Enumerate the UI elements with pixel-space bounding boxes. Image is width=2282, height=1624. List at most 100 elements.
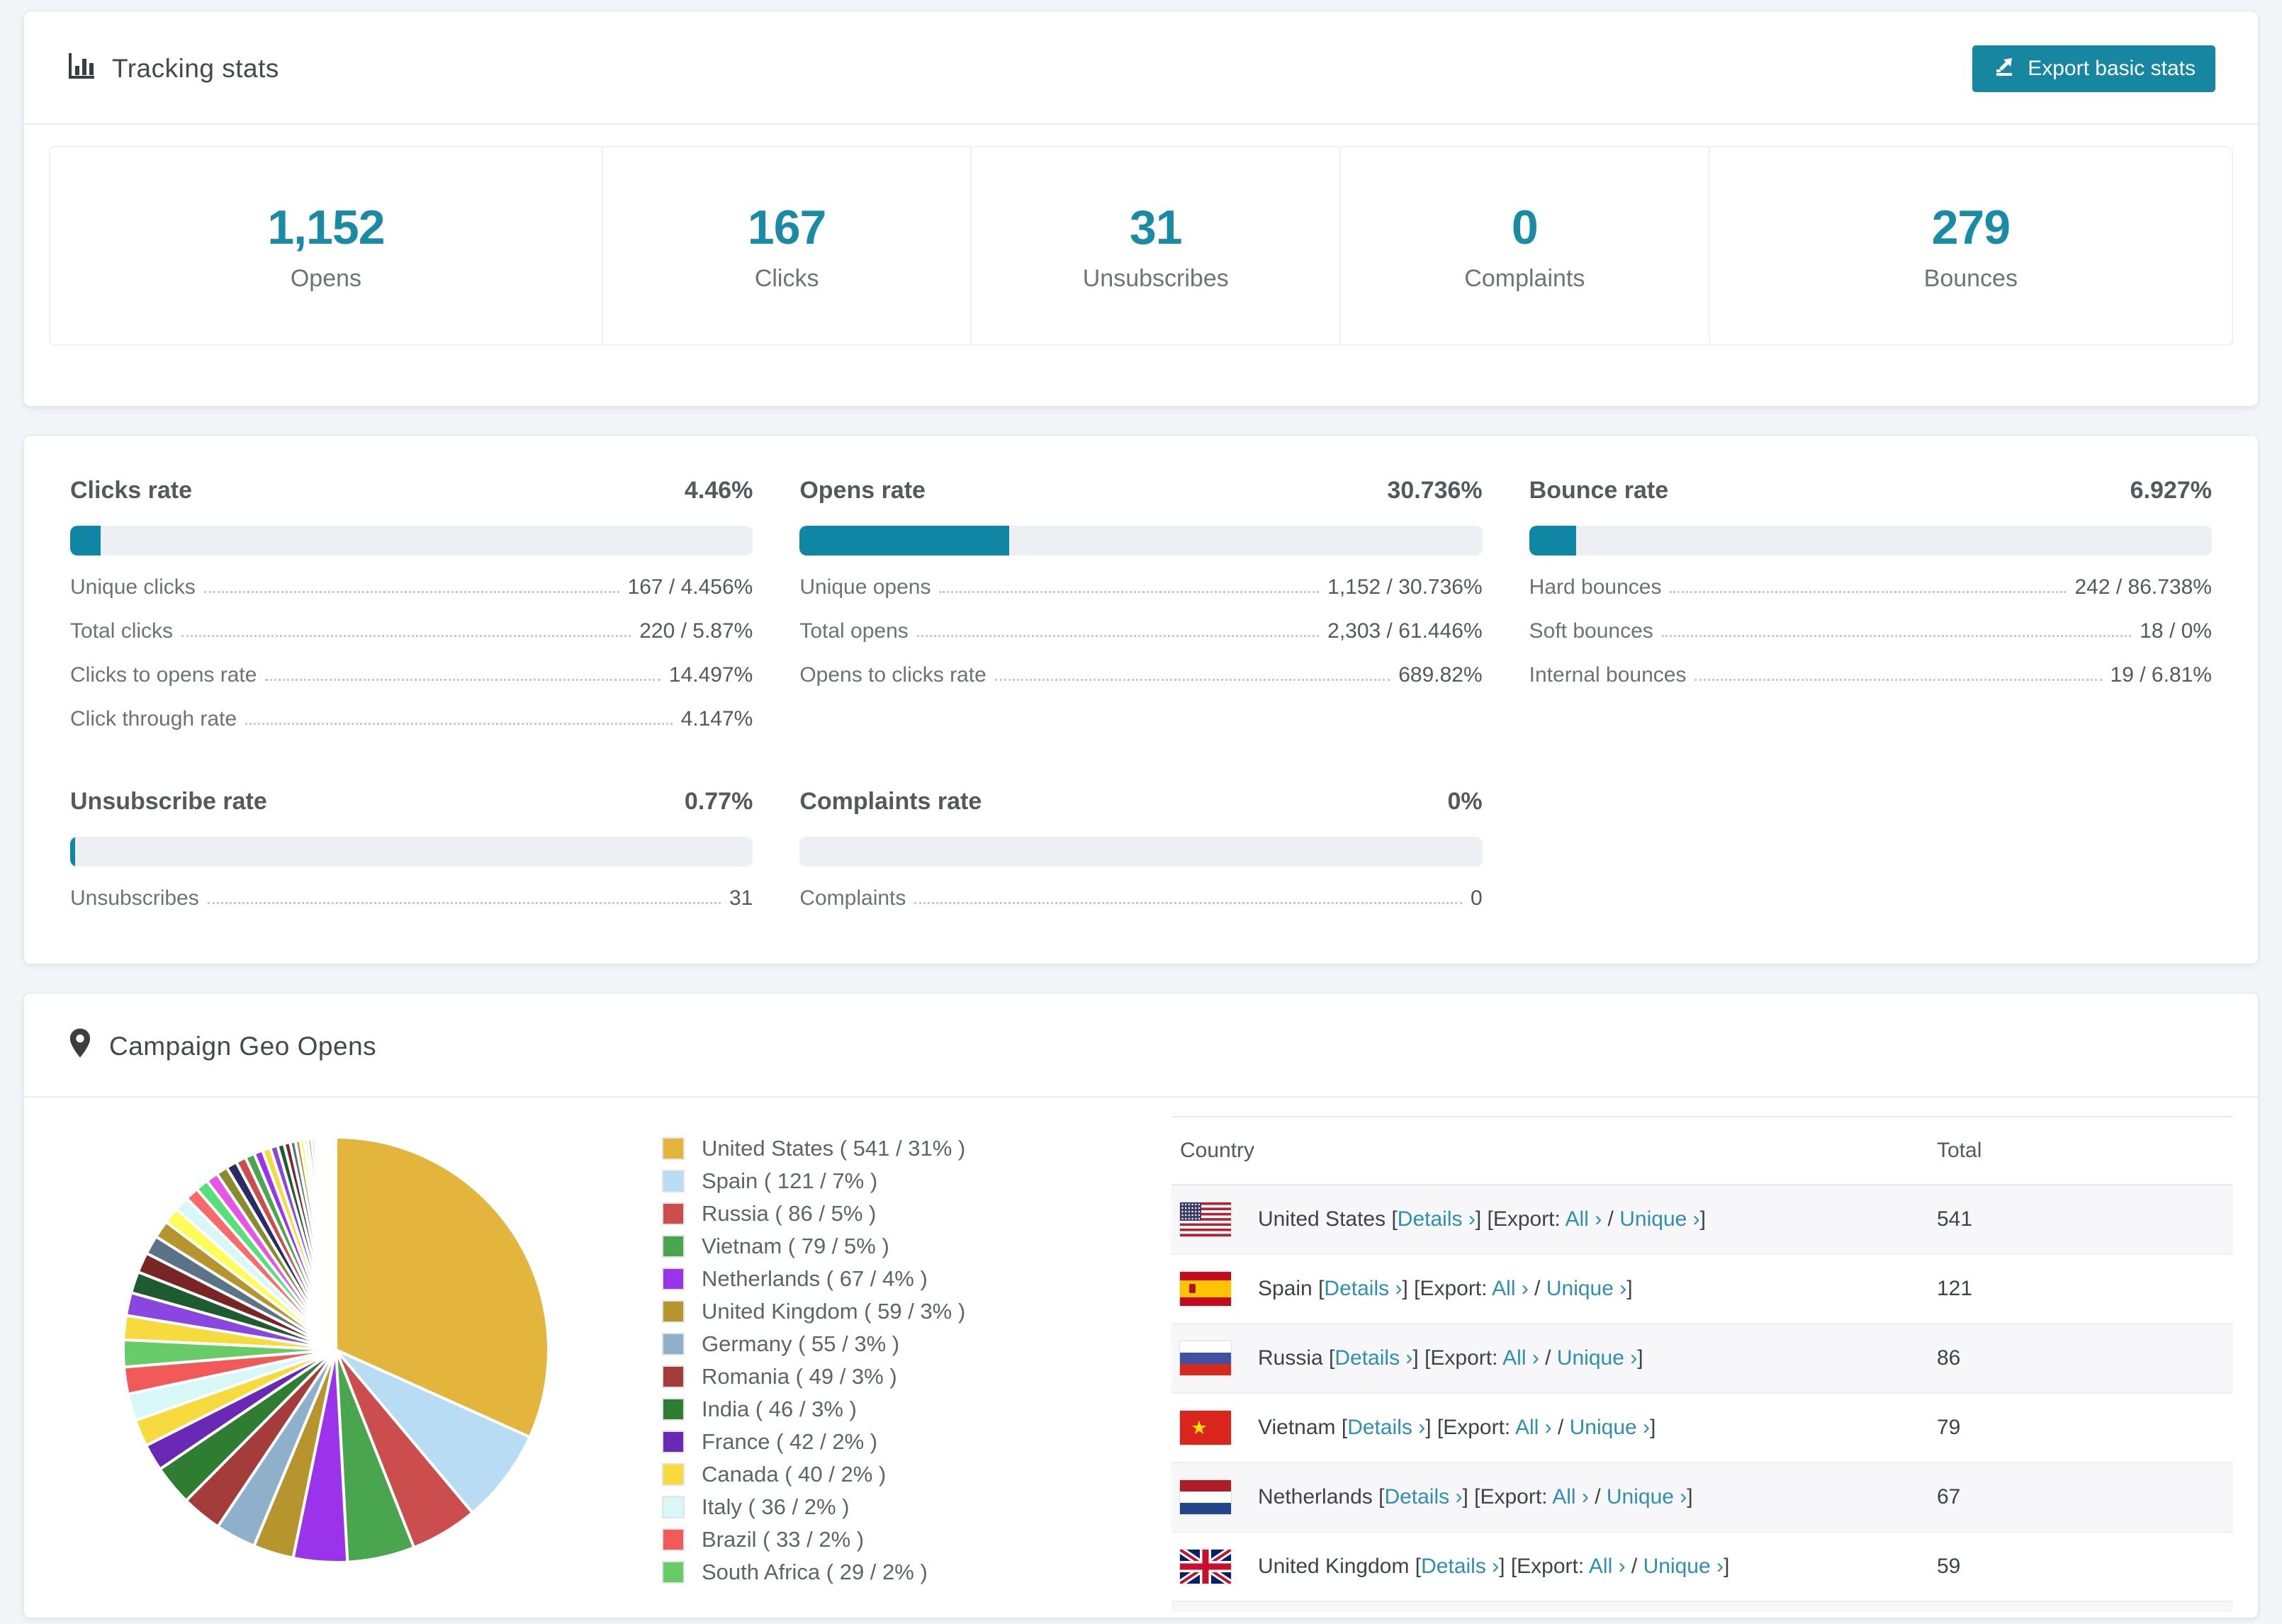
details-link[interactable]: Details ›	[1398, 1207, 1476, 1231]
legend-swatch	[662, 1202, 685, 1225]
legend-label: Romania ( 49 / 3% )	[702, 1364, 897, 1389]
rate-block-bounce-rate: Bounce rate 6.927% Hard bounces 242 / 86.73…	[1529, 477, 2212, 731]
export-unique-link[interactable]: Unique ›	[1643, 1555, 1724, 1578]
legend-swatch	[662, 1300, 685, 1323]
dotted-leader	[245, 723, 673, 725]
legend-item: United States ( 541 / 31% )	[662, 1136, 1158, 1161]
geo-table-container: Country Total United States [Details ›] …	[1171, 1116, 2233, 1612]
rate-detail-label: Clicks to opens rate	[70, 663, 257, 687]
rates-grid: Clicks rate 4.46% Unique clicks 167 / 4.456…	[70, 477, 2212, 910]
country-total: 67	[1937, 1485, 1961, 1509]
details-link[interactable]: Details ›	[1347, 1416, 1425, 1439]
rate-detail-row: Total opens 2,303 / 61.446%	[799, 619, 1482, 643]
flag-es-icon	[1180, 1272, 1231, 1306]
geo-table-row-ru: Russia [Details ›] [Export: All › / Uniq…	[1171, 1324, 2233, 1393]
flag-gb-icon	[1180, 1550, 1231, 1584]
geo-table-row-de: Germany [Details ›] [Export: All › / Uni…	[1171, 1601, 2233, 1612]
rate-title: Clicks rate	[70, 477, 192, 504]
legend-item: Canada ( 40 / 2% )	[662, 1462, 1158, 1487]
export-all-link[interactable]: All ›	[1492, 1277, 1529, 1300]
export-basic-stats-button[interactable]: Export basic stats	[1972, 45, 2215, 92]
geo-header: Campaign Geo Opens	[24, 993, 2258, 1098]
tracking-stats-page: Tracking stats Export basic stats 1,152 O…	[0, 0, 2282, 1618]
export-unique-link[interactable]: Unique ›	[1607, 1485, 1687, 1509]
export-all-link[interactable]: All ›	[1515, 1416, 1552, 1439]
rate-detail-row: Internal bounces 19 / 6.81%	[1529, 663, 2212, 687]
legend-item: United Kingdom ( 59 / 3% )	[662, 1299, 1158, 1324]
rate-detail-value: 689.82%	[1398, 663, 1483, 687]
geo-card-title: Campaign Geo Opens	[109, 1031, 377, 1061]
country-total: 86	[1937, 1346, 1961, 1370]
rate-detail-label: Unique opens	[799, 575, 931, 599]
dotted-leader	[994, 679, 1390, 681]
rate-title: Opens rate	[799, 477, 926, 504]
legend-label: France ( 42 / 2% )	[702, 1429, 878, 1454]
legend-swatch	[662, 1528, 685, 1551]
legend-item: Romania ( 49 / 3% )	[662, 1364, 1158, 1389]
details-link[interactable]: Details ›	[1421, 1555, 1499, 1578]
dotted-leader	[265, 679, 661, 681]
rate-detail-row: Complaints 0	[799, 886, 1482, 910]
dotted-leader	[1670, 591, 2067, 593]
export-unique-link[interactable]: Unique ›	[1619, 1207, 1699, 1231]
country-total: 79	[1937, 1416, 1961, 1439]
rate-detail-value: 31	[729, 886, 753, 910]
rate-value: 0.77%	[684, 788, 753, 815]
rate-detail-label: Total opens	[799, 619, 909, 643]
dotted-leader	[914, 902, 1462, 904]
stat-value: 279	[1931, 200, 2011, 254]
country-total: 121	[1937, 1277, 1973, 1300]
export-unique-link[interactable]: Unique ›	[1570, 1416, 1650, 1439]
rate-detail-value: 19 / 6.81%	[2110, 663, 2212, 687]
legend-swatch	[662, 1561, 685, 1584]
export-unique-link[interactable]: Unique ›	[1546, 1277, 1626, 1300]
stat-value: 1,152	[267, 200, 385, 254]
rate-detail-label: Hard bounces	[1529, 575, 1662, 599]
export-all-link[interactable]: All ›	[1552, 1485, 1589, 1509]
rate-progress-bar	[70, 837, 753, 867]
rate-detail-row: Unsubscribes 31	[70, 886, 753, 910]
geo-table-row-es: Spain [Details ›] [Export: All › / Uniqu…	[1171, 1254, 2233, 1324]
legend-item: Spain ( 121 / 7% )	[662, 1168, 1158, 1194]
legend-label: Vietnam ( 79 / 5% )	[702, 1234, 889, 1258]
geo-table-row-us: United States [Details ›] [Export: All ›…	[1171, 1185, 2233, 1254]
legend-swatch	[662, 1431, 685, 1453]
rate-detail-row: Clicks to opens rate 14.497%	[70, 663, 753, 687]
dotted-leader	[181, 635, 631, 637]
legend-label: Brazil ( 33 / 2% )	[702, 1527, 865, 1552]
stat-label: Clicks	[754, 264, 819, 292]
rate-detail-label: Click through rate	[70, 707, 237, 731]
legend-label: Germany ( 55 / 3% )	[702, 1331, 900, 1356]
export-unique-link[interactable]: Unique ›	[1557, 1346, 1637, 1370]
rate-block-complaints-rate: Complaints rate 0% Complaints 0	[799, 788, 1483, 910]
country-cell-text: Russia [Details ›] [Export: All › / Uniq…	[1258, 1346, 1643, 1370]
rate-title: Complaints rate	[799, 788, 982, 815]
stat-box-bounces: 279 Bounces	[1710, 147, 2232, 344]
geo-table-row-vn: ★ Vietnam [Details ›] [Export: All › / Un…	[1171, 1393, 2233, 1462]
geo-legend: United States ( 541 / 31% ) Spain ( 121 /…	[662, 1136, 1158, 1592]
dotted-leader	[939, 591, 1320, 593]
legend-label: Russia ( 86 / 5% )	[702, 1201, 877, 1226]
tracking-stats-card: Tracking stats Export basic stats 1,152 O…	[23, 11, 2259, 407]
rate-block-opens-rate: Opens rate 30.736% Unique opens 1,152 / 30.…	[799, 477, 1483, 731]
dotted-leader	[1694, 679, 2102, 681]
details-link[interactable]: Details ›	[1324, 1277, 1402, 1300]
rate-detail-value: 1,152 / 30.736%	[1327, 575, 1483, 599]
rate-detail-value: 167 / 4.456%	[627, 575, 753, 599]
flag-ru-icon	[1180, 1341, 1231, 1375]
rate-detail-value: 14.497%	[668, 663, 753, 687]
export-all-link[interactable]: All ›	[1566, 1207, 1602, 1231]
stat-label: Complaints	[1464, 264, 1585, 292]
rate-progress-bar	[1529, 526, 2212, 556]
export-all-link[interactable]: All ›	[1502, 1346, 1539, 1370]
rate-detail-label: Total clicks	[70, 619, 174, 643]
geo-title: Campaign Geo Opens	[67, 1027, 376, 1065]
export-all-link[interactable]: All ›	[1589, 1555, 1626, 1578]
rate-detail-row: Unique opens 1,152 / 30.736%	[799, 575, 1482, 599]
legend-label: India ( 46 / 3% )	[702, 1397, 857, 1421]
details-link[interactable]: Details ›	[1334, 1346, 1412, 1370]
rate-detail-row: Hard bounces 242 / 86.738%	[1529, 575, 2212, 599]
rate-progress-bar	[799, 526, 1483, 556]
legend-item: Vietnam ( 79 / 5% )	[662, 1234, 1158, 1259]
details-link[interactable]: Details ›	[1384, 1485, 1462, 1509]
